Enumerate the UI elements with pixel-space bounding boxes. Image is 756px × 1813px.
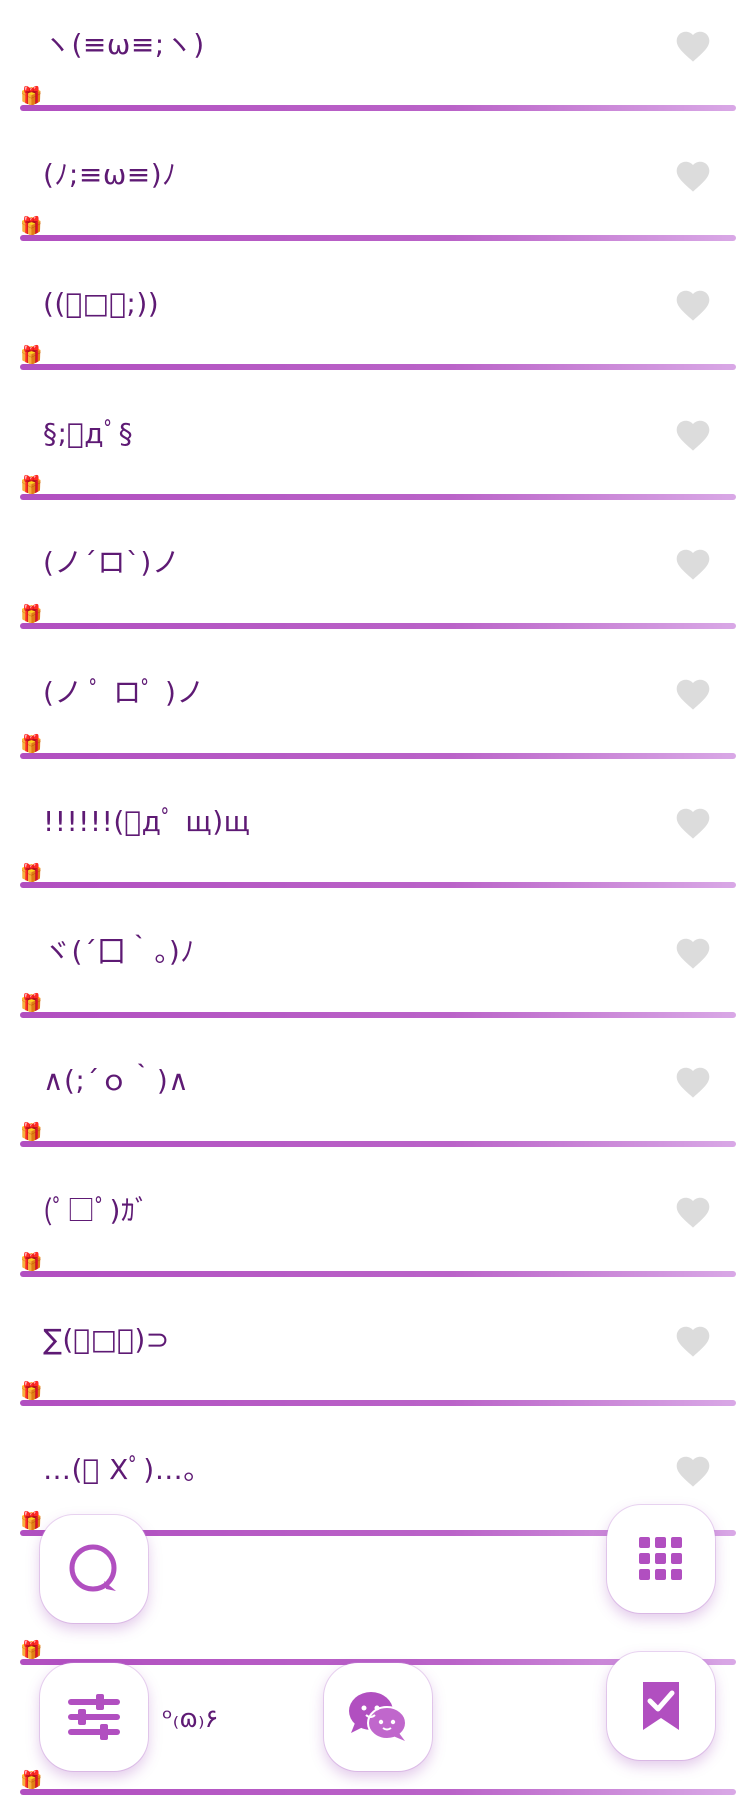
heart-icon[interactable] <box>674 1193 712 1229</box>
divider <box>20 364 736 370</box>
list-item[interactable]: §;ﾟдﾟ§ 🎁 <box>0 389 756 519</box>
heart-icon[interactable] <box>674 804 712 840</box>
heart-icon[interactable] <box>674 27 712 63</box>
list-item[interactable]: (ﾟ□ﾟ)ｶﾞ 🎁 <box>0 1166 756 1296</box>
divider <box>20 1400 736 1406</box>
list-item[interactable]: ヾ(´囗｀。)ﾉ 🎁 <box>0 907 756 1037</box>
kaomoji-text-partial: ᵒ₍ɷ₎۶ <box>162 1702 218 1736</box>
heart-icon[interactable] <box>674 1322 712 1358</box>
sliders-icon <box>66 1693 122 1741</box>
kaomoji-text: §;ﾟдﾟ§ <box>43 413 133 455</box>
kaomoji-text: (ノ´ロ`)ノ <box>43 542 180 584</box>
kaomoji-text: ヾ(´囗｀。)ﾉ <box>43 931 195 973</box>
divider <box>20 1271 736 1277</box>
list-item[interactable]: ∑(ﾟ□ﾟ)⊃ 🎁 <box>0 1295 756 1425</box>
divider <box>20 1012 736 1018</box>
heart-icon[interactable] <box>674 157 712 193</box>
kaomoji-text: ∑(ﾟ□ﾟ)⊃ <box>43 1319 170 1361</box>
divider <box>20 623 736 629</box>
divider <box>20 753 736 759</box>
list-item[interactable]: !!!!!!(ﾟдﾟ щ)щ 🎁 <box>0 777 756 907</box>
list-item[interactable]: ∧(;´ｏ｀)∧ 🎁 <box>0 1036 756 1166</box>
kaomoji-text: ((ﾟ□ﾟ;)) <box>43 283 159 325</box>
kaomoji-text: !!!!!!(ﾟдﾟ щ)щ <box>43 801 251 843</box>
heart-icon[interactable] <box>674 1063 712 1099</box>
heart-icon[interactable] <box>674 1452 712 1488</box>
list-item[interactable]: (ﾉ;≡ω≡)ﾉ 🎁 <box>0 130 756 260</box>
heart-icon[interactable] <box>674 416 712 452</box>
heart-icon[interactable] <box>674 675 712 711</box>
chat-bubbles-icon <box>347 1689 409 1745</box>
saved-button[interactable] <box>607 1652 715 1760</box>
divider <box>20 235 736 241</box>
divider <box>20 105 736 111</box>
heart-icon[interactable] <box>674 286 712 322</box>
list-item[interactable]: (ノ ﾟ ロﾟ )ノ 🎁 <box>0 648 756 778</box>
divider <box>20 494 736 500</box>
chat-button[interactable] <box>324 1663 432 1771</box>
kaomoji-text: …(ﾟ Xﾟ)…。 <box>43 1449 212 1491</box>
bookmark-check-icon <box>639 1680 683 1732</box>
heart-icon[interactable] <box>674 934 712 970</box>
divider <box>20 882 736 888</box>
settings-button[interactable] <box>40 1663 148 1771</box>
divider <box>20 1141 736 1147</box>
search-button[interactable] <box>40 1515 148 1623</box>
search-chat-icon <box>66 1541 122 1597</box>
kaomoji-text: (ﾟ□ﾟ)ｶﾞ <box>43 1190 149 1232</box>
kaomoji-text: (ノ ﾟ ロﾟ )ノ <box>43 672 205 714</box>
kaomoji-text: ∧(;´ｏ｀)∧ <box>43 1060 189 1102</box>
list-item[interactable]: (ノ´ロ`)ノ 🎁 <box>0 518 756 648</box>
list-item[interactable]: ヽ(≡ω≡;ヽ) 🎁 <box>0 0 756 130</box>
grid-icon <box>637 1535 685 1583</box>
divider <box>20 1789 736 1795</box>
kaomoji-text: (ﾉ;≡ω≡)ﾉ <box>43 154 177 196</box>
kaomoji-text: ヽ(≡ω≡;ヽ) <box>43 24 205 66</box>
list-item[interactable]: ((ﾟ□ﾟ;)) 🎁 <box>0 259 756 389</box>
grid-menu-button[interactable] <box>607 1505 715 1613</box>
heart-icon[interactable] <box>674 545 712 581</box>
